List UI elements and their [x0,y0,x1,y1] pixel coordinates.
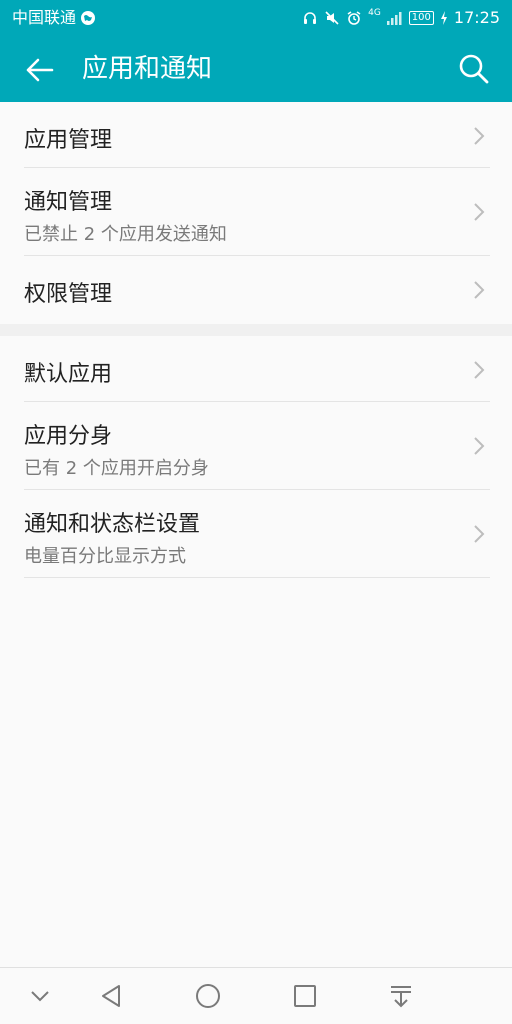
chevron-right-icon [474,361,485,379]
arrow-left-icon[interactable] [22,53,56,87]
headset-icon [304,12,317,24]
item-title: 权限管理 [24,282,113,307]
globe-icon [81,11,96,25]
chevron-right-icon [474,127,485,145]
recents-square-icon[interactable] [289,980,321,1012]
clock: 17:25 [453,8,500,27]
chevron-down-icon[interactable] [24,980,56,1012]
status-bar: 中国联通 4G 100 17:25 [0,0,512,36]
item-title: 默认应用 [24,362,113,387]
app-management-item[interactable]: 应用管理 [0,102,512,168]
chevron-right-icon [474,281,485,299]
alarm-icon [347,11,361,25]
divider [24,577,490,578]
carrier-area: 中国联通 [12,0,96,36]
network-type: 4G [368,8,381,18]
back-triangle-icon[interactable] [95,980,127,1012]
group-separator [0,324,512,336]
signal-icon [386,12,402,25]
app-twin-item[interactable]: 应用分身 已有 2 个应用开启分身 [0,402,512,490]
charging-icon [440,11,447,25]
search-icon[interactable] [458,53,490,85]
chevron-right-icon [474,203,485,221]
item-subtitle: 电量百分比显示方式 [24,546,186,567]
item-subtitle: 已禁止 2 个应用发送通知 [24,224,227,245]
item-title: 通知管理 [24,190,113,215]
page-title: 应用和通知 [82,54,213,84]
battery-indicator: 100 [408,11,434,25]
settings-group-1: 应用管理 通知管理 已禁止 2 个应用发送通知 权限管理 [0,102,512,322]
item-title: 应用分身 [24,424,113,449]
settings-group-2: 默认应用 应用分身 已有 2 个应用开启分身 通知和状态栏设置 电量百分比显示方… [0,336,512,578]
permission-management-item[interactable]: 权限管理 [0,256,512,322]
notification-pull-icon[interactable] [385,980,417,1012]
item-title: 应用管理 [24,128,113,153]
carrier-name: 中国联通 [12,8,77,27]
item-subtitle: 已有 2 个应用开启分身 [24,458,209,479]
mute-icon [325,11,339,25]
home-circle-icon[interactable] [192,980,224,1012]
chevron-right-icon [474,437,485,455]
notification-statusbar-settings-item[interactable]: 通知和状态栏设置 电量百分比显示方式 [0,490,512,578]
status-icons: 4G 100 17:25 [302,0,500,36]
app-bar: 应用和通知 [0,36,512,102]
item-title: 通知和状态栏设置 [24,512,201,537]
chevron-right-icon [474,525,485,543]
notification-management-item[interactable]: 通知管理 已禁止 2 个应用发送通知 [0,168,512,256]
navigation-bar [0,967,512,1024]
default-apps-item[interactable]: 默认应用 [0,336,512,402]
